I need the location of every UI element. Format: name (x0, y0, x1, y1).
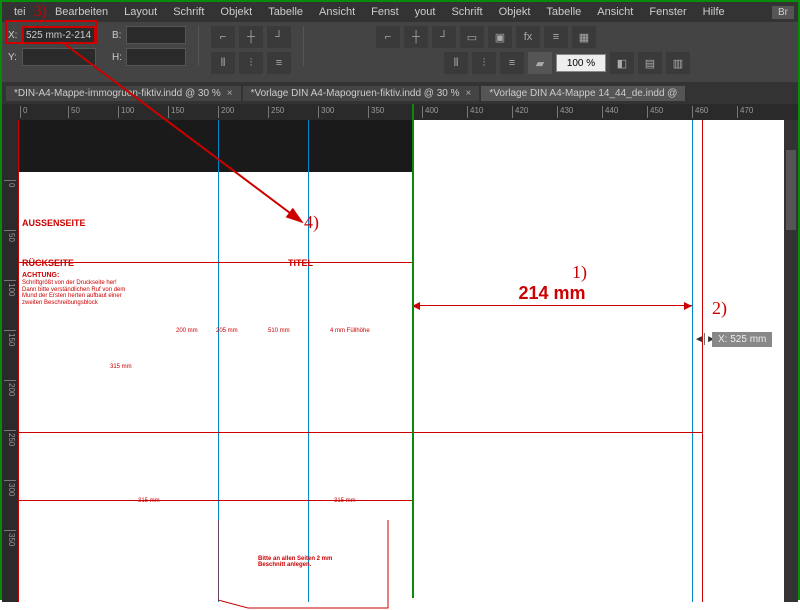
ruler-tick: 300 (4, 480, 16, 496)
text-achtung-body: Schriftgrößt von der Druckseite her! Dan… (22, 280, 132, 306)
ruler-tick: 420 (512, 106, 528, 118)
icon[interactable]: ⫶ (472, 52, 496, 74)
ruler-tick: 250 (4, 430, 16, 446)
annotation-3: 3) (34, 3, 47, 21)
align-icon[interactable]: ┼ (404, 26, 428, 48)
menu-schrift-r[interactable]: Schrift (443, 6, 490, 18)
ruler-tick: 400 (422, 106, 438, 118)
menu-ansicht[interactable]: Ansicht (311, 6, 363, 18)
coordinate-tooltip: X: 525 mm (712, 332, 772, 347)
ruler-tick: 0 (20, 106, 27, 118)
vertical-ruler[interactable]: 0 50 100 150 200 250 300 350 (2, 120, 18, 602)
menu-hilfe[interactable]: Hilfe (695, 6, 733, 18)
fill-icon[interactable]: ▰ (528, 52, 552, 74)
wrap2-icon[interactable]: ▣ (488, 26, 512, 48)
ruler-tick: 200 (4, 380, 16, 396)
wrap-icon[interactable]: ▭ (460, 26, 484, 48)
guide-line[interactable] (692, 120, 693, 602)
close-icon[interactable]: × (466, 88, 472, 99)
grid-icon[interactable]: ▦ (572, 26, 596, 48)
ruler-tick: 440 (602, 106, 618, 118)
icon[interactable]: ▤ (638, 52, 662, 74)
y-label: Y: (8, 52, 20, 63)
ruler-tick: 50 (4, 230, 16, 242)
horizontal-ruler[interactable]: 400 410 420 430 440 450 460 470 (412, 104, 798, 120)
fold-line (18, 120, 19, 602)
annotation-1: 1) (572, 262, 587, 283)
tab-label: *Vorlage DIN A4-Mappe 14_44_de.indd @ (489, 88, 677, 99)
bridge-button[interactable]: Br (772, 6, 794, 19)
paragraph-icon[interactable]: ≡ (544, 26, 568, 48)
label-achtung: ACHTUNG: (22, 272, 59, 279)
fold-line (18, 262, 412, 263)
measure-510: 510 mm (268, 328, 290, 334)
menu-bearbeiten[interactable]: Bearbeiten (47, 6, 116, 18)
icon[interactable]: ◧ (610, 52, 634, 74)
ruler-tick: 0 (4, 180, 16, 187)
annotation-box-3 (5, 20, 97, 44)
measure-315b: 315 mm (138, 498, 160, 504)
ruler-tick: 450 (647, 106, 663, 118)
ruler-tick: 460 (692, 106, 708, 118)
menu-ansicht-r[interactable]: Ansicht (589, 6, 641, 18)
ruler-tick: 470 (737, 106, 753, 118)
menu-bar: tei 3) Bearbeiten Layout Schrift Objekt … (2, 2, 798, 22)
ruler-tick: 150 (4, 330, 16, 346)
menu-objekt[interactable]: Objekt (212, 6, 260, 18)
measure-4fuell: 4 mm Füllhöhe (330, 328, 370, 334)
label-titel: TITEL (288, 258, 313, 268)
vertical-scrollbar[interactable] (784, 120, 798, 602)
fold-line (412, 432, 702, 433)
dimension-label: 214 mm (518, 283, 585, 304)
label-rueckseite: RÜCKSEITE (22, 258, 74, 268)
menu-fenster-left[interactable]: Fenst (363, 6, 407, 18)
icon[interactable]: ≡ (500, 52, 524, 74)
fold-line (18, 432, 412, 433)
flap-outline (218, 520, 398, 610)
menu-layout-r[interactable]: yout (407, 6, 444, 18)
zoom-input[interactable] (556, 54, 606, 72)
ruler-tick: 350 (368, 106, 384, 118)
annotation-2: 2) (712, 298, 727, 319)
menu-layout[interactable]: Layout (116, 6, 165, 18)
measure-205: 205 mm (216, 328, 238, 334)
right-pane: 400 410 420 430 440 450 460 470 214 mm 1… (412, 104, 798, 602)
menu-objekt-r[interactable]: Objekt (491, 6, 539, 18)
document-tab[interactable]: *Vorlage DIN A4-Mappe 14_44_de.indd @ (481, 86, 685, 101)
scrollbar-thumb[interactable] (786, 150, 796, 230)
annotation-arrow (52, 32, 322, 242)
menu-schrift[interactable]: Schrift (165, 6, 212, 18)
ruler-tick: 430 (557, 106, 573, 118)
menu-datei[interactable]: tei (6, 6, 34, 18)
ruler-corner (2, 104, 18, 120)
page-edge (702, 120, 703, 602)
measure-315c: 315 mm (334, 498, 356, 504)
menu-tabelle-r[interactable]: Tabelle (538, 6, 589, 18)
icon[interactable]: ▥ (666, 52, 690, 74)
menu-tabelle[interactable]: Tabelle (260, 6, 311, 18)
align-icon[interactable]: ⌐ (376, 26, 400, 48)
ruler-tick: 100 (4, 280, 16, 296)
icon[interactable]: ⫴ (444, 52, 468, 74)
measure-200: 200 mm (176, 328, 198, 334)
fx-icon[interactable]: fx (516, 26, 540, 48)
pane-split-border (412, 104, 414, 598)
ruler-tick: 350 (4, 530, 16, 546)
align-icon[interactable]: ┘ (432, 26, 456, 48)
document-page-right[interactable]: 214 mm 1) 2) ◄│► X: 525 mm (412, 120, 798, 602)
ruler-tick: 410 (467, 106, 483, 118)
measure-315: 315 mm (110, 364, 132, 370)
menu-fenster[interactable]: Fenster (641, 6, 694, 18)
dimension-214mm: 214 mm (412, 305, 692, 306)
